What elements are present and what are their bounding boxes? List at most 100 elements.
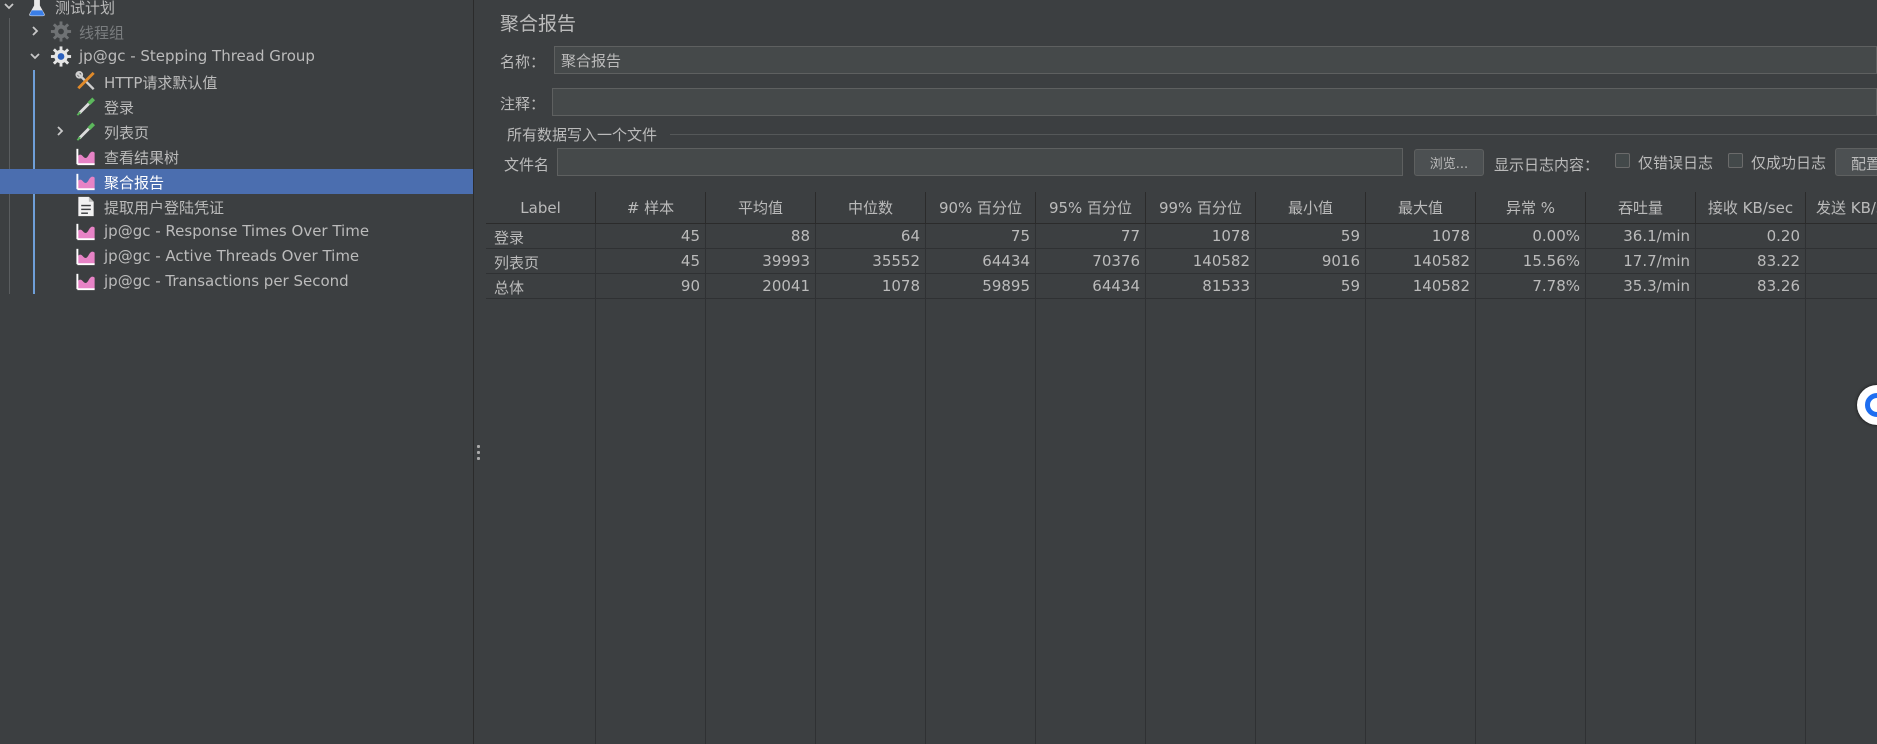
errors-only-label: 仅错误日志 — [1638, 154, 1714, 172]
errors-only-checkbox[interactable] — [1615, 153, 1630, 168]
column-header-samples[interactable]: # 样本 — [596, 192, 706, 224]
column-divider — [1365, 224, 1366, 744]
document-icon — [78, 196, 94, 217]
table-row[interactable]: 登录 45 88 64 75 77 1078 59 1078 0.00% 36.… — [486, 224, 1877, 249]
column-header-received-kb[interactable]: 接收 KB/sec — [1696, 192, 1806, 224]
split-pane-divider[interactable] — [473, 0, 485, 744]
chevron-down-icon[interactable] — [3, 0, 15, 12]
file-group-border — [670, 134, 1877, 135]
cell-sent — [1806, 274, 1877, 299]
cell-p99: 1078 — [1146, 224, 1256, 249]
column-header-average[interactable]: 平均值 — [706, 192, 816, 224]
column-header-error-percent[interactable]: 异常 % — [1476, 192, 1586, 224]
graph-icon — [76, 223, 95, 241]
cell-received: 83.22 — [1696, 249, 1806, 274]
success-only-checkbox[interactable] — [1728, 153, 1743, 168]
gear-icon — [50, 21, 72, 42]
column-divider — [1805, 224, 1806, 744]
cell-received: 0.20 — [1696, 224, 1806, 249]
tree-node-label: HTTP请求默认值 — [104, 74, 218, 92]
aggregate-table[interactable]: Label # 样本 平均值 中位数 90% 百分位 95% 百分位 99% 百… — [486, 192, 1877, 744]
flask-icon — [29, 0, 45, 17]
cell-p90: 64434 — [926, 249, 1036, 274]
tree-node-extract-credentials[interactable]: 提取用户登陆凭证 — [0, 194, 473, 219]
tree-node-label: jp@gc - Active Threads Over Time — [104, 247, 360, 265]
tree-node-login[interactable]: 登录 — [0, 94, 473, 119]
cell-error: 15.56% — [1476, 249, 1586, 274]
column-header-90-percentile[interactable]: 90% 百分位 — [926, 192, 1036, 224]
tree-node-label: jp@gc - Transactions per Second — [104, 272, 349, 290]
comment-field[interactable] — [552, 88, 1877, 116]
column-divider — [925, 224, 926, 744]
tree-node-label: 登录 — [104, 99, 135, 117]
test-plan-tree[interactable]: 测试计划 线程组 jp@gc - Stepping Thread Group H… — [0, 0, 473, 744]
column-header-min[interactable]: 最小值 — [1256, 192, 1366, 224]
cell-median: 35552 — [816, 249, 926, 274]
cell-label: 列表页 — [486, 249, 596, 274]
cell-label: 总体 — [486, 274, 596, 299]
drag-handle-icon[interactable] — [477, 445, 480, 463]
tree-node-label: 线程组 — [79, 24, 125, 42]
column-divider — [1035, 224, 1036, 744]
cell-throughput: 35.3/min — [1586, 274, 1696, 299]
tree-node-label: 提取用户登陆凭证 — [104, 199, 225, 217]
wrench-icon — [75, 70, 95, 91]
cell-label: 登录 — [486, 224, 596, 249]
cell-average: 20041 — [706, 274, 816, 299]
cell-average: 39993 — [706, 249, 816, 274]
comment-label: 注释： — [500, 95, 546, 113]
panel-title: 聚合报告 — [500, 13, 577, 35]
graph-icon — [76, 148, 95, 166]
pipette-icon — [76, 97, 96, 116]
column-header-throughput[interactable]: 吞吐量 — [1586, 192, 1696, 224]
tree-node-view-results-tree[interactable]: 查看结果树 — [0, 144, 473, 169]
cell-p95: 70376 — [1036, 249, 1146, 274]
tree-node-http-defaults[interactable]: HTTP请求默认值 — [0, 69, 473, 94]
graph-icon — [76, 248, 95, 266]
table-row[interactable]: 总体 90 20041 1078 59895 64434 81533 59 14… — [486, 274, 1877, 299]
tree-node-label: 查看结果树 — [104, 149, 180, 167]
cell-p90: 59895 — [926, 274, 1036, 299]
column-header-sent-kb[interactable]: 发送 KB/sec — [1806, 192, 1877, 224]
cell-p95: 77 — [1036, 224, 1146, 249]
tree-node-response-times[interactable]: jp@gc - Response Times Over Time — [0, 219, 473, 244]
gear-icon — [50, 46, 72, 67]
tree-node-transactions-per-second[interactable]: jp@gc - Transactions per Second — [0, 269, 473, 294]
cell-error: 0.00% — [1476, 224, 1586, 249]
column-header-label[interactable]: Label — [486, 192, 596, 224]
tree-node-label: 聚合报告 — [104, 174, 165, 192]
chevron-right-icon[interactable] — [29, 25, 41, 37]
name-label: 名称： — [500, 53, 546, 71]
chevron-right-icon[interactable] — [54, 125, 66, 137]
column-divider — [705, 224, 706, 744]
configure-button[interactable]: 配置 — [1835, 148, 1877, 176]
cell-sent — [1806, 224, 1877, 249]
cell-throughput: 36.1/min — [1586, 224, 1696, 249]
cell-samples: 45 — [596, 224, 706, 249]
tree-node-label: 列表页 — [104, 124, 150, 142]
table-header: Label # 样本 平均值 中位数 90% 百分位 95% 百分位 99% 百… — [486, 192, 1877, 224]
cell-received: 83.26 — [1696, 274, 1806, 299]
table-row[interactable]: 列表页 45 39993 35552 64434 70376 140582 90… — [486, 249, 1877, 274]
name-field[interactable]: 聚合报告 — [554, 46, 1877, 74]
tree-node-active-threads[interactable]: jp@gc - Active Threads Over Time — [0, 244, 473, 269]
browse-button[interactable]: 浏览... — [1414, 149, 1484, 176]
column-header-median[interactable]: 中位数 — [816, 192, 926, 224]
tree-node-label: jp@gc - Stepping Thread Group — [79, 47, 315, 65]
column-header-99-percentile[interactable]: 99% 百分位 — [1146, 192, 1256, 224]
cell-p90: 75 — [926, 224, 1036, 249]
cell-p99: 140582 — [1146, 249, 1256, 274]
aggregate-report-panel: 聚合报告 名称： 聚合报告 注释： 所有数据写入一个文件 文件名 浏览... 显… — [486, 0, 1877, 744]
tree-node-stepping-thread-group[interactable]: jp@gc - Stepping Thread Group — [0, 44, 473, 69]
column-header-95-percentile[interactable]: 95% 百分位 — [1036, 192, 1146, 224]
column-header-max[interactable]: 最大值 — [1366, 192, 1476, 224]
tree-node-aggregate-report[interactable]: 聚合报告 — [0, 169, 473, 194]
tree-node-thread-group[interactable]: 线程组 — [0, 19, 473, 44]
cell-samples: 45 — [596, 249, 706, 274]
filename-field[interactable] — [557, 148, 1403, 176]
chevron-down-icon[interactable] — [29, 50, 41, 62]
tree-node-list-page[interactable]: 列表页 — [0, 119, 473, 144]
cell-p99: 81533 — [1146, 274, 1256, 299]
cell-min: 59 — [1256, 224, 1366, 249]
tree-node-test-plan[interactable]: 测试计划 — [0, 0, 473, 19]
